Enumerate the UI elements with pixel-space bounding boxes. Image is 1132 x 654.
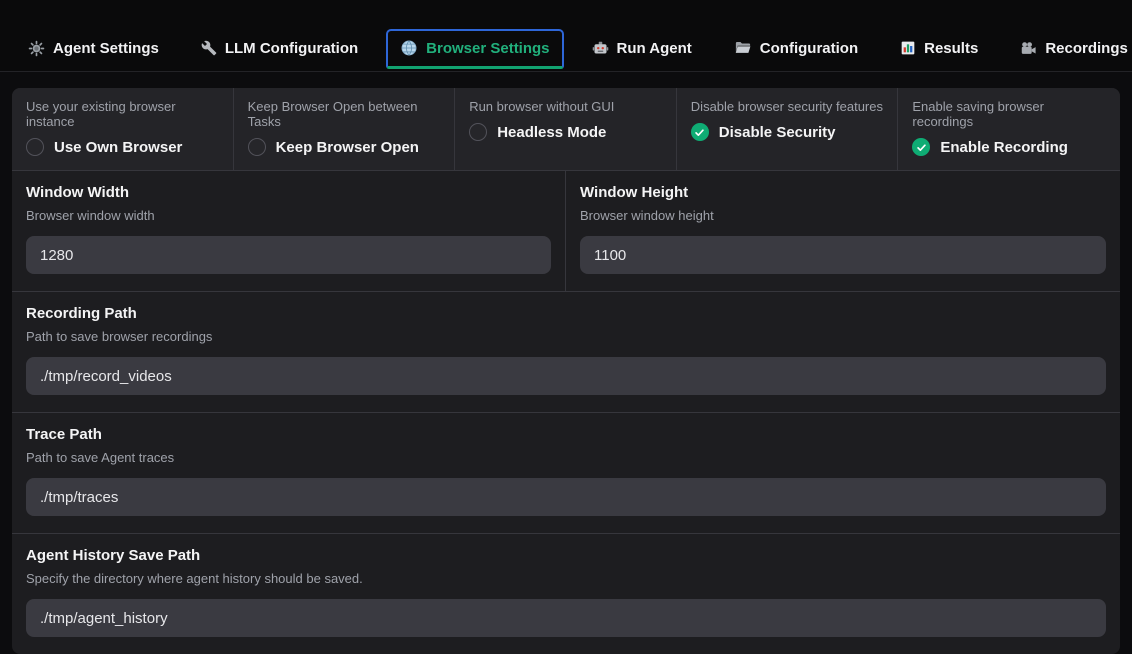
check-icon — [694, 127, 705, 138]
checkbox-circle[interactable] — [691, 123, 709, 141]
window-width-input[interactable] — [26, 236, 551, 274]
checkbox-circle[interactable] — [469, 123, 487, 141]
checkbox-row: Use your existing browser instance Use O… — [12, 88, 1120, 171]
checkbox-info: Disable browser security features — [691, 99, 884, 114]
checkbox-label: Keep Browser Open — [276, 139, 419, 156]
use-own-browser-checkbox[interactable]: Use Own Browser — [26, 138, 219, 156]
tab-bar: Agent Settings LLM Configuration Browser… — [0, 0, 1132, 72]
window-width-field: Window Width Browser window width — [12, 171, 566, 291]
field-label: Recording Path — [26, 305, 1106, 322]
camera-icon — [1020, 40, 1037, 57]
tab-agent-settings[interactable]: Agent Settings — [14, 30, 173, 69]
checkbox-info: Use your existing browser instance — [26, 99, 219, 129]
checkbox-circle[interactable] — [26, 138, 44, 156]
tab-llm-configuration[interactable]: LLM Configuration — [187, 30, 372, 69]
tab-run-agent[interactable]: Run Agent — [578, 30, 706, 69]
trace-path-input[interactable] — [26, 478, 1106, 516]
field-info: Path to save Agent traces — [26, 450, 1106, 465]
tab-label: LLM Configuration — [225, 40, 358, 57]
tab-label: Browser Settings — [426, 40, 549, 57]
checkbox-info: Run browser without GUI — [469, 99, 662, 114]
tab-label: Results — [924, 40, 978, 57]
robot-icon — [592, 40, 609, 57]
enable-recording-group: Enable saving browser recordings Enable … — [898, 88, 1120, 170]
keep-browser-open-checkbox[interactable]: Keep Browser Open — [248, 138, 441, 156]
browser-settings-panel: Use your existing browser instance Use O… — [12, 88, 1120, 654]
check-icon — [916, 142, 927, 153]
tab-label: Agent Settings — [53, 40, 159, 57]
headless-mode-group: Run browser without GUI Headless Mode — [455, 88, 677, 170]
headless-mode-checkbox[interactable]: Headless Mode — [469, 123, 662, 141]
field-info: Path to save browser recordings — [26, 329, 1106, 344]
checkbox-label: Use Own Browser — [54, 139, 182, 156]
field-label: Agent History Save Path — [26, 547, 1106, 564]
window-size-row: Window Width Browser window width Window… — [12, 171, 1120, 291]
field-label: Window Width — [26, 184, 551, 201]
checkbox-label: Disable Security — [719, 124, 836, 141]
tab-browser-settings[interactable]: Browser Settings — [386, 29, 563, 69]
checkbox-label: Enable Recording — [940, 139, 1068, 156]
tab-label: Recordings — [1045, 40, 1128, 57]
chart-icon — [900, 40, 916, 56]
checkbox-circle[interactable] — [912, 138, 930, 156]
gear-icon — [28, 40, 45, 57]
disable-security-checkbox[interactable]: Disable Security — [691, 123, 884, 141]
use-own-browser-group: Use your existing browser instance Use O… — [12, 88, 234, 170]
agent-history-path-field: Agent History Save Path Specify the dire… — [12, 533, 1120, 654]
recording-path-input[interactable] — [26, 357, 1106, 395]
enable-recording-checkbox[interactable]: Enable Recording — [912, 138, 1106, 156]
keep-browser-open-group: Keep Browser Open between Tasks Keep Bro… — [234, 88, 456, 170]
recording-path-field: Recording Path Path to save browser reco… — [12, 291, 1120, 412]
field-info: Browser window width — [26, 208, 551, 223]
checkbox-circle[interactable] — [248, 138, 266, 156]
checkbox-info: Enable saving browser recordings — [912, 99, 1106, 129]
trace-path-field: Trace Path Path to save Agent traces — [12, 412, 1120, 533]
field-label: Trace Path — [26, 426, 1106, 443]
tab-results[interactable]: Results — [886, 30, 992, 69]
field-info: Specify the directory where agent histor… — [26, 571, 1106, 586]
tab-label: Run Agent — [617, 40, 692, 57]
checkbox-info: Keep Browser Open between Tasks — [248, 99, 441, 129]
window-height-field: Window Height Browser window height — [566, 171, 1120, 291]
wrench-icon — [201, 40, 217, 56]
tab-label: Configuration — [760, 40, 858, 57]
tab-configuration[interactable]: Configuration — [720, 29, 872, 69]
tab-recordings[interactable]: Recordings — [1006, 30, 1132, 69]
field-label: Window Height — [580, 184, 1106, 201]
window-height-input[interactable] — [580, 236, 1106, 274]
globe-icon — [400, 39, 418, 57]
folder-icon — [734, 39, 752, 57]
field-info: Browser window height — [580, 208, 1106, 223]
checkbox-label: Headless Mode — [497, 124, 606, 141]
disable-security-group: Disable browser security features Disabl… — [677, 88, 899, 170]
